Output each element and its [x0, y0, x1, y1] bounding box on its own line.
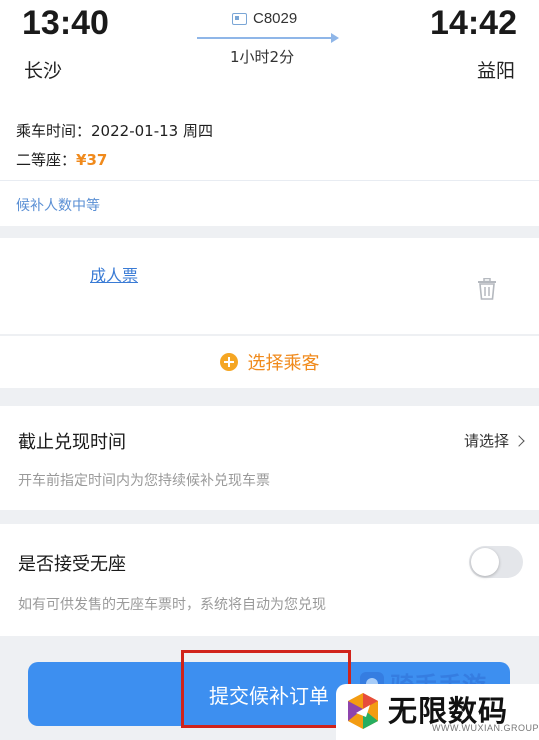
brand-watermark: 无限数码 WWW.WUXIAN.GROUP [336, 684, 539, 740]
deadline-select[interactable]: 请选择 [463, 430, 525, 451]
train-number: C8029 [253, 10, 298, 27]
no-seat-toggle[interactable] [469, 546, 523, 578]
deadline-description: 开车前指定时间内为您持续候补兑现车票 [18, 473, 270, 489]
deadline-title: 截止兑现时间 [18, 432, 126, 453]
passenger-card: 成人票 [0, 238, 539, 334]
trip-info-card: 乘车时间：2022-01-13 周四 二等座：¥37 候补人数中等 [0, 102, 539, 226]
no-seat-description: 如有可供发售的无座车票时，系统将自动为您兑现 [18, 597, 326, 613]
deadline-select-label: 请选择 [463, 432, 509, 450]
no-seat-card: 是否接受无座 如有可供发售的无座车票时，系统将自动为您兑现 [0, 524, 539, 636]
arrival-time: 14:42 [430, 4, 517, 42]
train-icon [232, 12, 247, 25]
train-header: 13:40 C8029 1小时2分 14:42 长沙 益阳 [0, 0, 539, 102]
travel-date-value: 2022-01-13 周四 [91, 122, 213, 140]
plus-icon [219, 353, 238, 371]
train-number-group: C8029 [232, 10, 297, 27]
ticket-price: ¥37 [76, 151, 108, 169]
route-arrow [197, 33, 339, 43]
seat-class-label: 二等座： [16, 151, 77, 169]
chevron-right-icon [513, 434, 525, 447]
waitlist-status: 候补人数中等 [16, 195, 100, 215]
choose-passenger-label: 选择乘客 [247, 353, 320, 374]
trip-duration: 1小时2分 [230, 48, 295, 66]
travel-date-row: 乘车时间：2022-01-13 周四 [16, 120, 213, 141]
trash-icon[interactable] [477, 278, 497, 300]
brand-subtitle: WWW.WUXIAN.GROUP [432, 723, 539, 733]
divider [0, 180, 539, 181]
seat-class-row: 二等座：¥37 [16, 149, 107, 170]
brand-logo-icon [348, 693, 378, 729]
ticket-type-link[interactable]: 成人票 [90, 262, 138, 286]
toggle-knob [471, 548, 499, 576]
no-seat-title: 是否接受无座 [18, 554, 126, 575]
departure-time: 13:40 [22, 4, 109, 42]
highlight-annotation [181, 650, 351, 728]
travel-date-label: 乘车时间： [16, 122, 92, 140]
arrival-station: 益阳 [476, 60, 515, 82]
choose-passenger-button[interactable]: 选择乘客 [0, 336, 539, 388]
deadline-card: 截止兑现时间 请选择 开车前指定时间内为您持续候补兑现车票 [0, 406, 539, 510]
departure-station: 长沙 [24, 60, 63, 82]
